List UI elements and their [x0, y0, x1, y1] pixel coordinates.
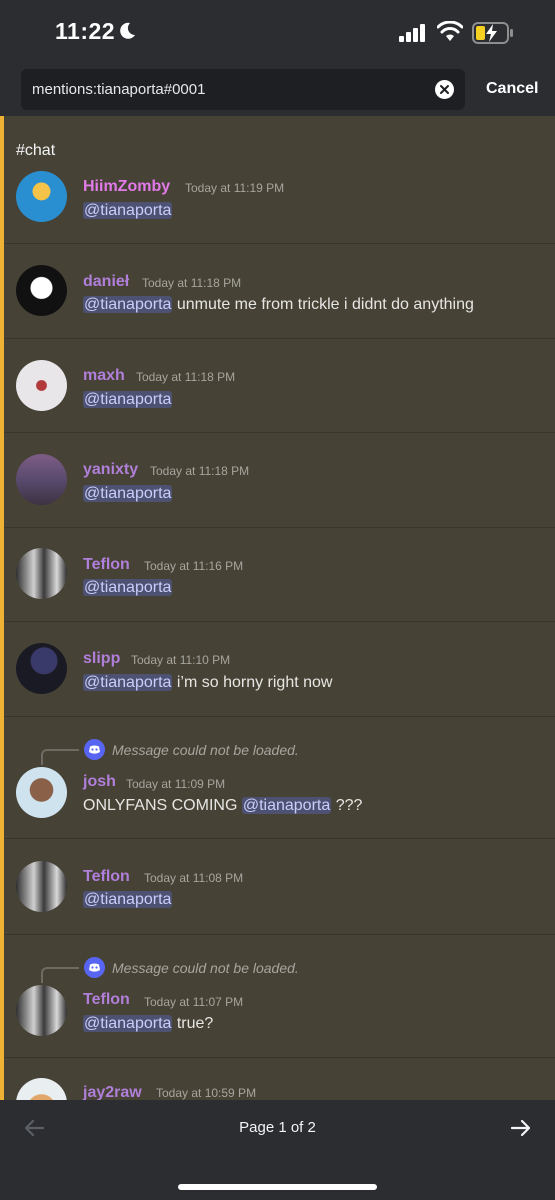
signal-icon — [399, 24, 425, 42]
search-results: #chat HiimZomby Today at 11:19 PM @tiana… — [0, 116, 555, 1100]
divider — [4, 432, 555, 433]
message-content: ONLYFANS COMING @tianaporta ??? — [83, 797, 362, 815]
mention[interactable]: @tianaporta — [83, 1015, 173, 1032]
reply-preview[interactable]: Message could not be loaded. — [112, 960, 299, 976]
avatar[interactable] — [16, 548, 67, 599]
divider — [4, 527, 555, 528]
divider — [4, 1057, 555, 1058]
avatar[interactable] — [16, 171, 67, 222]
mention[interactable]: @tianaporta — [83, 891, 173, 908]
username[interactable]: Teflon — [83, 868, 130, 886]
divider — [4, 338, 555, 339]
page-indicator: Page 1 of 2 — [239, 1119, 316, 1136]
divider — [4, 934, 555, 935]
username[interactable]: maxh — [83, 367, 125, 385]
pagination-bar: Page 1 of 2 — [0, 1100, 555, 1200]
status-time: 11:22 — [55, 18, 116, 44]
message-text-after: ??? — [331, 797, 363, 814]
timestamp: Today at 11:09 PM — [126, 777, 226, 791]
message-text-before: ONLYFANS COMING — [83, 797, 242, 814]
avatar[interactable] — [16, 360, 67, 411]
username[interactable]: yanixty — [83, 461, 138, 479]
message-content: @tianaporta — [83, 202, 173, 220]
accent-bar — [0, 116, 4, 1100]
message-text-after: true? — [172, 1015, 214, 1032]
avatar[interactable] — [16, 454, 67, 505]
username[interactable]: Teflon — [83, 556, 130, 574]
battery-charging-icon — [472, 22, 513, 44]
search-input[interactable]: mentions:tianaporta#0001 — [21, 69, 465, 110]
mention[interactable]: @tianaporta — [83, 202, 173, 219]
timestamp: Today at 11:07 PM — [144, 995, 244, 1009]
search-row: mentions:tianaporta#0001 Cancel — [0, 64, 555, 116]
wifi-icon — [437, 21, 463, 41]
message-content: @tianaporta — [83, 391, 173, 409]
username[interactable]: jay2raw — [83, 1084, 142, 1100]
reply-preview[interactable]: Message could not be loaded. — [112, 742, 299, 758]
avatar[interactable] — [16, 767, 67, 818]
mention[interactable]: @tianaporta — [83, 579, 173, 596]
avatar[interactable] — [16, 265, 67, 316]
divider — [4, 243, 555, 244]
timestamp: Today at 11:18 PM — [142, 276, 242, 290]
mention[interactable]: @tianaporta — [83, 391, 173, 408]
home-indicator[interactable] — [178, 1184, 377, 1190]
reply-connector — [41, 749, 79, 765]
avatar[interactable] — [16, 861, 67, 912]
status-bar: 11:22 — [0, 0, 555, 64]
message-text-after: i’m so horny right now — [172, 674, 333, 691]
timestamp: Today at 11:19 PM — [185, 181, 285, 195]
message-content: @tianaporta true? — [83, 1015, 213, 1033]
clear-search-icon[interactable] — [435, 80, 454, 99]
arrow-right-icon[interactable] — [509, 1116, 533, 1140]
divider — [4, 621, 555, 622]
channel-name: #chat — [16, 142, 56, 159]
timestamp: Today at 11:16 PM — [144, 559, 244, 573]
mention[interactable]: @tianaporta — [83, 296, 173, 313]
message-content: @tianaporta — [83, 579, 173, 597]
mention[interactable]: @tianaporta — [83, 485, 173, 502]
timestamp: Today at 11:18 PM — [150, 464, 250, 478]
discord-logo-icon — [84, 739, 105, 760]
username[interactable]: slipp — [83, 650, 120, 668]
timestamp: Today at 11:10 PM — [131, 653, 231, 667]
mention[interactable]: @tianaporta — [83, 674, 173, 691]
avatar[interactable] — [16, 985, 67, 1036]
message-content: @tianaporta — [83, 891, 173, 909]
message-content: @tianaporta unmute me from trickle i did… — [83, 296, 474, 314]
username[interactable]: josh — [83, 773, 116, 791]
avatar[interactable] — [16, 1078, 67, 1100]
timestamp: Today at 10:59 PM — [156, 1086, 257, 1100]
mention[interactable]: @tianaporta — [241, 797, 332, 814]
message-text-after: unmute me from trickle i didnt do anythi… — [172, 296, 474, 313]
reply-connector — [41, 967, 79, 983]
message-content: @tianaporta i’m so horny right now — [83, 674, 332, 692]
divider — [4, 838, 555, 839]
message-content: @tianaporta — [83, 485, 173, 503]
search-query: mentions:tianaporta#0001 — [32, 81, 206, 98]
moon-icon — [120, 22, 135, 39]
username[interactable]: HiimZomby — [83, 178, 170, 196]
divider — [4, 716, 555, 717]
timestamp: Today at 11:18 PM — [136, 370, 236, 384]
username[interactable]: danieł — [83, 273, 129, 291]
cancel-button[interactable]: Cancel — [486, 80, 538, 98]
timestamp: Today at 11:08 PM — [144, 871, 244, 885]
username[interactable]: Teflon — [83, 991, 130, 1009]
avatar[interactable] — [16, 643, 67, 694]
discord-logo-icon — [84, 957, 105, 978]
